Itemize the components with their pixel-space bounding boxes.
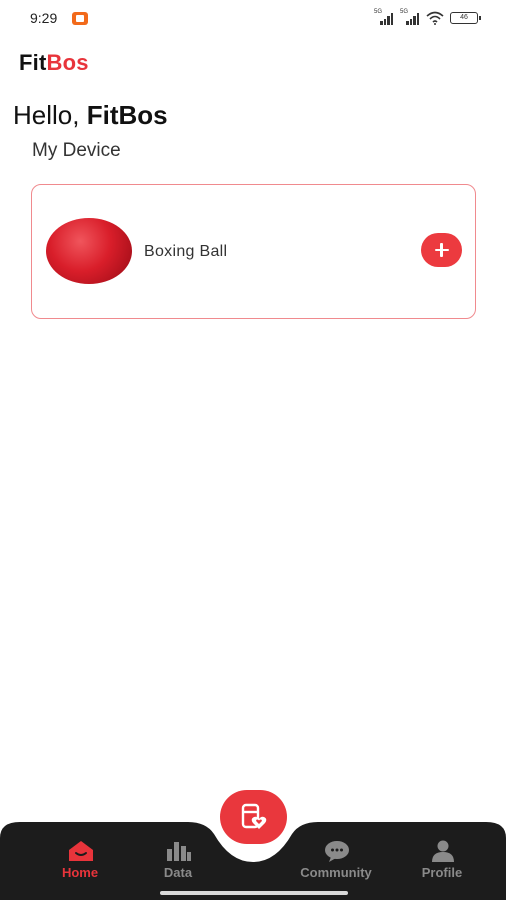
home-indicator[interactable] xyxy=(160,891,348,895)
nav-tab-data[interactable]: Data xyxy=(138,840,218,884)
workout-heart-icon xyxy=(241,803,267,829)
signal-icon: 5G xyxy=(374,8,394,25)
greeting: Hello, FitBos xyxy=(13,100,168,131)
workout-center-button[interactable] xyxy=(220,790,287,844)
status-indicators: 5G 5G 46 xyxy=(374,8,481,25)
nav-tab-home[interactable]: Home xyxy=(40,840,120,884)
signal-icon: 5G xyxy=(400,8,420,25)
nav-tab-community[interactable]: Community xyxy=(296,840,376,884)
app-logo: FitBos xyxy=(19,50,89,76)
nav-label-home: Home xyxy=(61,865,99,880)
section-title-my-device: My Device xyxy=(32,140,121,161)
nav-label-data: Data xyxy=(163,865,193,880)
device-name: Boxing Ball xyxy=(144,243,228,260)
status-bar: 9:29 5G 5G 46 xyxy=(0,0,506,38)
battery-icon: 46 xyxy=(450,12,481,24)
nav-label-profile: Profile xyxy=(421,865,463,880)
nav-tab-profile[interactable]: Profile xyxy=(402,840,482,884)
greeting-prefix: Hello, xyxy=(13,100,80,130)
nav-label-community: Community xyxy=(300,865,372,880)
signal-label: 5G xyxy=(400,8,409,15)
battery-level: 46 xyxy=(460,14,468,21)
status-time: 9:29 xyxy=(30,10,58,26)
device-card[interactable]: Boxing Ball xyxy=(31,184,476,319)
logo-text-fit: Fit xyxy=(19,50,47,75)
logo-text-bos: Bos xyxy=(46,50,89,75)
person-icon xyxy=(432,840,454,862)
plus-icon xyxy=(434,243,449,256)
notification-app-icon xyxy=(72,12,88,25)
user-name: FitBos xyxy=(86,100,168,130)
bar-chart-icon xyxy=(167,842,191,861)
add-device-button[interactable] xyxy=(421,233,462,267)
signal-label: 5G xyxy=(374,8,383,15)
chat-bubble-icon xyxy=(325,841,349,862)
boxing-ball-image xyxy=(46,218,132,284)
home-icon xyxy=(69,841,93,861)
wifi-icon xyxy=(426,11,444,25)
